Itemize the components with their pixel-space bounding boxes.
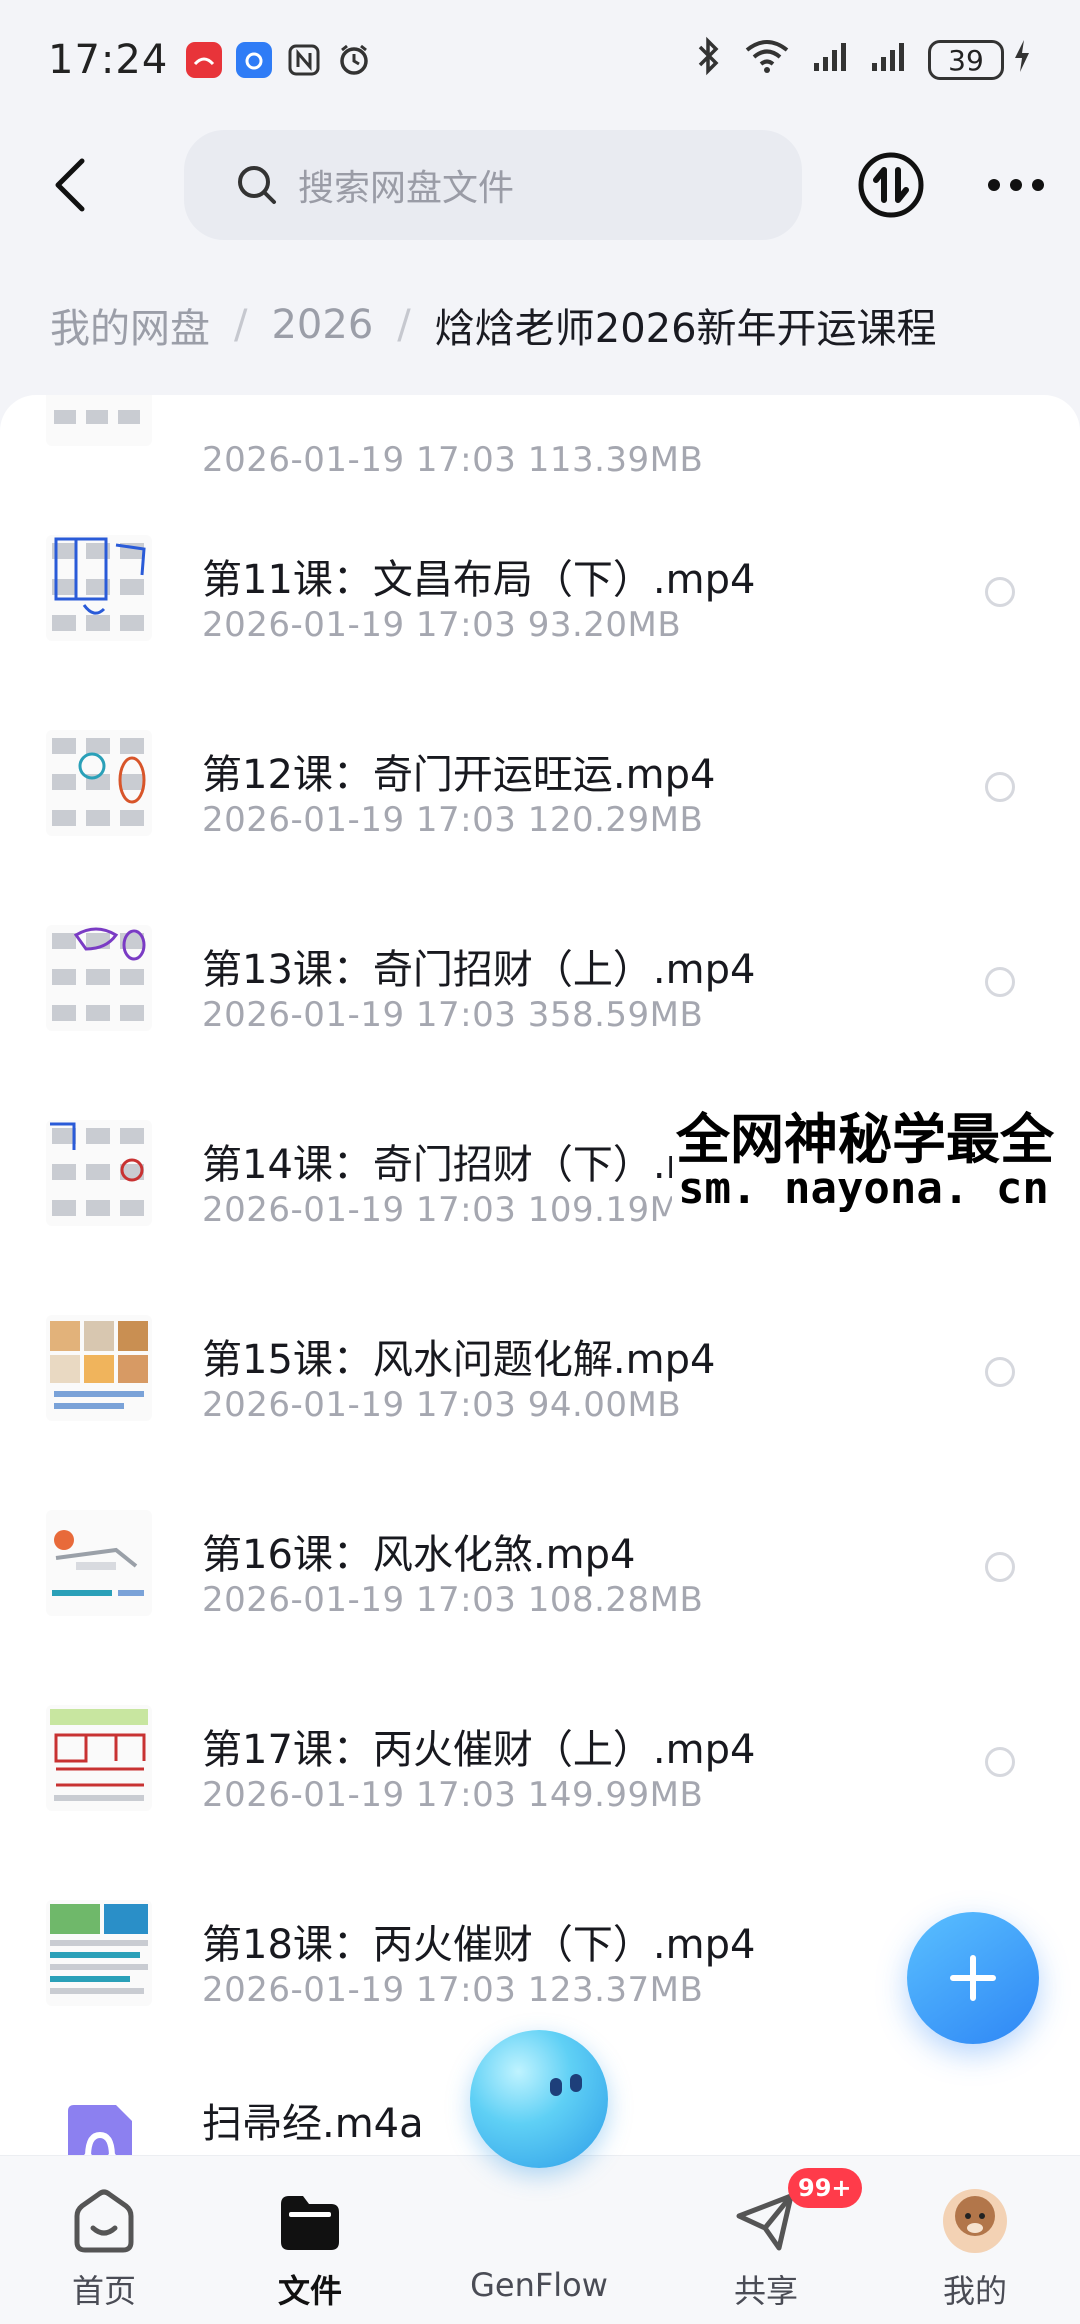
breadcrumb-root[interactable]: 我的网盘 <box>50 296 210 354</box>
huawei-app-icon <box>186 42 223 78</box>
nav-genflow[interactable]: GenFlow <box>459 2156 619 2324</box>
nav-share-label: 共享 <box>733 2272 798 2310</box>
nav-home-label: 首页 <box>71 2272 136 2310</box>
file-thumbnail <box>46 1315 152 1421</box>
file-meta: 2026-01-19 17:03 358.59MB <box>202 995 704 1035</box>
top-bar: 搜索网盘文件 <box>0 120 1080 250</box>
watermark-url: sm. nayona. cn <box>678 1163 1049 1214</box>
status-bar: 17:24 39 <box>0 0 1080 120</box>
more-icon <box>988 179 1044 191</box>
status-time: 17:24 <box>48 37 169 83</box>
back-button[interactable] <box>40 155 100 215</box>
file-meta: 2026-01-19 17:03 94.00MB <box>202 1385 682 1425</box>
genflow-orb-icon[interactable] <box>470 2030 608 2168</box>
file-row[interactable]: 第13课：奇门招财（上）.mp4 2026-01-19 17:03 358.59… <box>0 885 1080 1080</box>
file-name: 第18课：丙火催财（下）.mp4 <box>202 1922 756 1968</box>
audio-file-icon <box>60 2101 140 2155</box>
nfc-icon <box>286 42 322 78</box>
file-name: 第12课：奇门开运旺运.mp4 <box>202 752 716 798</box>
file-thumbnail <box>46 1900 152 2006</box>
select-checkbox[interactable] <box>985 967 1015 997</box>
file-name: 第11课：文昌布局（下）.mp4 <box>202 557 756 603</box>
nav-mine[interactable]: 我的 <box>895 2156 1055 2324</box>
add-button[interactable] <box>907 1912 1039 2044</box>
file-row[interactable]: 2026-01-19 17:03 113.39MB <box>0 395 1080 495</box>
file-name: 扫帚经.m4a <box>202 2101 424 2147</box>
bottom-nav: 首页 文件 GenFlow 共享 我的 <box>0 2155 1080 2324</box>
file-thumbnail <box>46 535 152 641</box>
nav-home[interactable]: 首页 <box>24 2156 184 2324</box>
breadcrumb-current: 焓焓老师2026新年开运课程 <box>434 306 937 352</box>
home-icon <box>74 2189 134 2253</box>
transfer-list-icon <box>858 152 924 218</box>
transfer-button[interactable] <box>856 150 926 220</box>
file-thumbnail <box>46 1705 152 1811</box>
file-meta: 2026-01-19 17:03 93.20MB <box>202 605 682 645</box>
signal-icon-1 <box>812 41 848 79</box>
watermark-overlay: 全网神秘学最全 sm. nayona. cn <box>672 1093 1080 1223</box>
breadcrumb-level1[interactable]: 2026 <box>271 302 373 348</box>
file-meta: 2026-01-19 17:03 149.99MB <box>202 1775 704 1815</box>
nav-genflow-label: GenFlow <box>470 2266 608 2304</box>
search-input[interactable]: 搜索网盘文件 <box>184 130 802 240</box>
more-options-button[interactable] <box>986 155 1046 215</box>
file-row[interactable]: 第12课：奇门开运旺运.mp4 2026-01-19 17:03 120.29M… <box>0 690 1080 885</box>
file-row[interactable]: 第16课：风水化煞.mp4 2026-01-19 17:03 108.28MB <box>0 1470 1080 1665</box>
wifi-icon <box>744 38 790 82</box>
folder-icon <box>281 2196 339 2250</box>
file-meta: 2026-01-19 17:03 109.19MB <box>202 1190 704 1230</box>
file-row[interactable]: 第11课：文昌布局（下）.mp4 2026-01-19 17:03 93.20M… <box>0 495 1080 690</box>
file-thumbnail <box>46 730 152 836</box>
file-name: 第13课：奇门招财（上）.mp4 <box>202 947 756 993</box>
clock-icon <box>336 42 372 78</box>
file-thumbnail <box>46 1120 152 1226</box>
select-checkbox[interactable] <box>985 1747 1015 1777</box>
battery-indicator: 39 <box>928 40 1004 80</box>
breadcrumb-separator: / <box>234 302 248 348</box>
avatar <box>943 2189 1007 2253</box>
status-right-icons: 39 <box>694 36 1032 84</box>
charging-icon <box>1012 38 1032 82</box>
nav-mine-label: 我的 <box>942 2272 1007 2310</box>
file-name: 第17课：丙火催财（上）.mp4 <box>202 1727 756 1773</box>
orb-eye <box>570 2074 582 2092</box>
orb-eye <box>550 2078 562 2096</box>
file-row[interactable]: 第15课：风水问题化解.mp4 2026-01-19 17:03 94.00MB <box>0 1275 1080 1470</box>
file-name: 第16课：风水化煞.mp4 <box>202 1532 636 1578</box>
breadcrumb: 我的网盘 / 2026 / 焓焓老师2026新年开运课程 <box>50 290 937 360</box>
nav-files[interactable]: 文件 <box>230 2156 390 2324</box>
alarm-app-icon <box>236 42 273 78</box>
select-checkbox[interactable] <box>985 1552 1015 1582</box>
chevron-left-icon <box>55 158 85 212</box>
file-meta: 2026-01-19 17:03 108.28MB <box>202 1580 704 1620</box>
share-badge: 99+ <box>788 2168 862 2208</box>
file-name: 第15课：风水问题化解.mp4 <box>202 1337 716 1383</box>
file-thumbnail <box>46 395 152 446</box>
bluetooth-icon <box>694 36 722 84</box>
file-list: 2026-01-19 17:03 113.39MB 第11课：文昌布局（下）.m… <box>0 395 1080 2155</box>
nav-files-label: 文件 <box>277 2272 342 2310</box>
file-meta: 2026-01-19 17:03 113.39MB <box>202 440 704 480</box>
search-icon <box>238 166 276 204</box>
plus-icon <box>950 1955 996 2001</box>
select-checkbox[interactable] <box>985 1357 1015 1387</box>
select-checkbox[interactable] <box>985 772 1015 802</box>
status-notification-icons <box>186 42 372 78</box>
file-meta: 2026-01-19 17:03 123.37MB <box>202 1970 704 2010</box>
breadcrumb-separator: / <box>397 302 411 348</box>
file-thumbnail <box>46 1510 152 1616</box>
file-meta: 2026-01-19 17:03 120.29MB <box>202 800 704 840</box>
file-row[interactable]: 第17课：丙火催财（上）.mp4 2026-01-19 17:03 149.99… <box>0 1665 1080 1860</box>
select-checkbox[interactable] <box>985 577 1015 607</box>
file-thumbnail <box>46 925 152 1031</box>
search-placeholder: 搜索网盘文件 <box>298 168 515 209</box>
signal-icon-2 <box>870 41 906 79</box>
